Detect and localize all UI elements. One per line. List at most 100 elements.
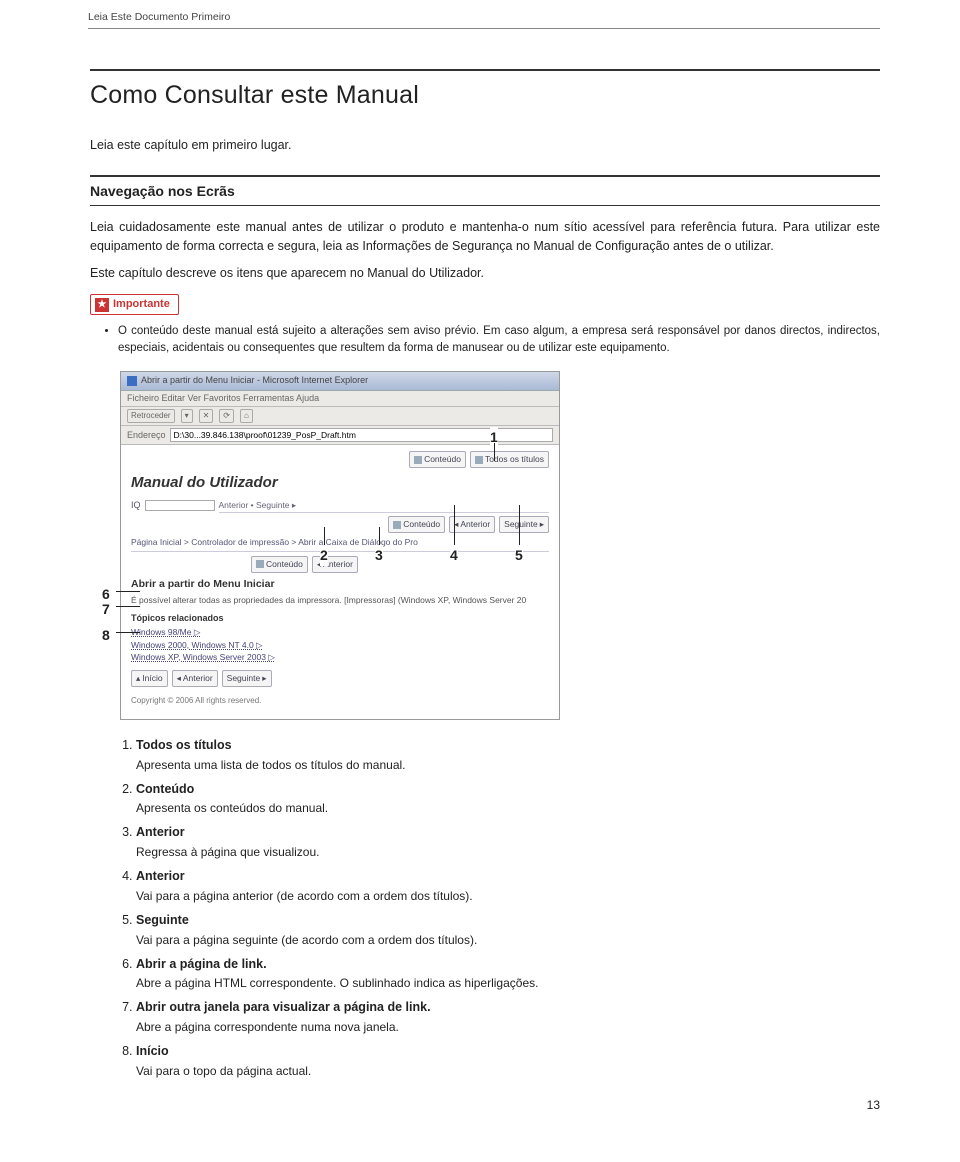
def-term: Início <box>136 1044 169 1058</box>
anterior-button-mid[interactable]: ◂Anterior <box>449 516 495 533</box>
callout-line <box>116 606 140 607</box>
arrow-right-icon: ▸ <box>540 518 544 531</box>
todos-titulos-button[interactable]: Todos os títulos <box>470 451 549 468</box>
anterior-button-inner[interactable]: ◂Anterior <box>312 556 358 573</box>
def-term: Anterior <box>136 869 185 883</box>
callout-2: 2 <box>320 545 328 566</box>
browser-menubar: Ficheiro Editar Ver Favoritos Ferramenta… <box>121 391 559 408</box>
intro-text: Leia este capítulo em primeiro lugar. <box>90 136 880 155</box>
conteudo-button-inner[interactable]: Conteúdo <box>251 556 308 573</box>
breadcrumb: Página Inicial > Controlador de impressã… <box>131 536 549 552</box>
seguinte-button-bottom[interactable]: Seguinte▸ <box>222 670 272 687</box>
browser-toolbar: Retroceder ▾ ✕ ⟳ ⌂ <box>121 407 559 426</box>
conteudo-label: Conteúdo <box>266 558 303 571</box>
def-desc: Apresenta uma lista de todos os títulos … <box>136 756 880 774</box>
callout-line <box>324 527 325 545</box>
browser-content: Conteúdo Todos os títulos Manual do Util… <box>121 445 559 719</box>
callout-line <box>116 632 140 633</box>
address-label: Endereço <box>127 429 166 443</box>
related-link[interactable]: Windows 2000, Windows NT 4.0 ▷ <box>131 639 549 652</box>
seguinte-label: Seguinte <box>227 672 261 685</box>
paragraph-1: Leia cuidadosamente este manual antes de… <box>90 218 880 256</box>
def-desc: Vai para a página anterior (de acordo co… <box>136 887 880 905</box>
doc-icon <box>393 521 401 529</box>
disclaimer-bullet: O conteúdo deste manual está sujeito a a… <box>118 323 880 358</box>
def-item: Abrir outra janela para visualizar a pág… <box>136 998 880 1036</box>
def-desc: Regressa à página que visualizou. <box>136 843 880 861</box>
callout-3: 3 <box>375 545 383 566</box>
related-link[interactable]: Windows 98/Me ▷ <box>131 626 549 639</box>
callout-4: 4 <box>450 545 458 566</box>
anterior-label: Anterior <box>183 672 213 685</box>
arrow-right-icon: ▸ <box>262 672 266 685</box>
nav-icon[interactable]: ⟳ <box>219 409 234 423</box>
callout-7: 7 <box>102 599 110 620</box>
callout-line <box>379 527 380 545</box>
inicio-label: Início <box>142 672 162 685</box>
def-term: Seguinte <box>136 913 189 927</box>
seguinte-label: Seguinte <box>504 518 538 531</box>
def-item: Anterior Regressa à página que visualizou… <box>136 823 880 861</box>
conteudo-label: Conteúdo <box>424 453 461 466</box>
conteudo-label: Conteúdo <box>403 518 440 531</box>
section-heading: Navegação nos Ecrãs <box>90 175 880 206</box>
window-title: Abrir a partir do Menu Iniciar - Microso… <box>141 374 368 388</box>
doc-icon <box>414 456 422 464</box>
def-item: Abrir a página de link. Abre a página HTM… <box>136 955 880 993</box>
nav-icon[interactable]: ✕ <box>199 409 214 423</box>
browser-window: Abrir a partir do Menu Iniciar - Microso… <box>120 371 560 720</box>
manual-title: Manual do Utilizador <box>131 472 549 495</box>
def-desc: Abre a página HTML correspondente. O sub… <box>136 974 880 992</box>
importante-badge: ★ Importante <box>90 294 179 315</box>
crumb-nav: Anterior • Seguinte ▸ <box>219 499 549 514</box>
def-term: Todos os títulos <box>136 738 232 752</box>
def-term: Abrir outra janela para visualizar a pág… <box>136 1000 431 1014</box>
def-desc: Vai para a página seguinte (de acordo co… <box>136 931 880 949</box>
callout-line <box>519 505 520 545</box>
doc-icon <box>256 560 264 568</box>
def-desc: Abre a página correspondente numa nova j… <box>136 1018 880 1036</box>
def-desc: Apresenta os conteúdos do manual. <box>136 799 880 817</box>
anterior-label: Anterior <box>460 518 490 531</box>
def-item: Início Vai para o topo da página actual. <box>136 1042 880 1080</box>
nav-icon[interactable]: ⌂ <box>240 409 253 423</box>
iq-label: IQ <box>131 499 141 513</box>
definitions-list: Todos os títulos Apresenta uma lista de t… <box>90 736 880 1080</box>
search-box[interactable] <box>145 500 215 511</box>
callout-5: 5 <box>515 545 523 566</box>
def-term: Anterior <box>136 825 185 839</box>
arrow-left-icon: ◂ <box>177 672 181 685</box>
inicio-button[interactable]: ▴Início <box>131 670 168 687</box>
anterior-button-bottom[interactable]: ◂Anterior <box>172 670 218 687</box>
nav-icon[interactable]: ▾ <box>181 409 193 423</box>
paragraph-2: Este capítulo descreve os itens que apar… <box>90 264 880 283</box>
browser-titlebar: Abrir a partir do Menu Iniciar - Microso… <box>121 372 559 391</box>
def-term: Abrir a página de link. <box>136 957 267 971</box>
inner-text: É possível alterar todas as propriedades… <box>131 595 549 606</box>
def-desc: Vai para o topo da página actual. <box>136 1062 880 1080</box>
callout-line <box>454 505 455 545</box>
callout-8: 8 <box>102 625 110 646</box>
page-number: 13 <box>867 1096 880 1114</box>
conteudo-button-mid[interactable]: Conteúdo <box>388 516 445 533</box>
callout-line <box>494 443 495 461</box>
running-header: Leia Este Documento Primeiro <box>88 10 880 29</box>
conteudo-button-top[interactable]: Conteúdo <box>409 451 466 468</box>
def-item: Anterior Vai para a página anterior (de a… <box>136 867 880 905</box>
inner-title: Abrir a partir do Menu Iniciar <box>131 577 549 593</box>
def-item: Conteúdo Apresenta os conteúdos do manual… <box>136 780 880 818</box>
ie-icon <box>127 376 137 386</box>
figure: Abrir a partir do Menu Iniciar - Microso… <box>120 371 560 720</box>
topics-title: Tópicos relacionados <box>131 612 549 626</box>
copyright: Copyright © 2006 All rights reserved. <box>131 695 549 707</box>
related-link[interactable]: Windows XP, Windows Server 2003 ▷ <box>131 651 549 664</box>
def-item: Todos os títulos Apresenta uma lista de t… <box>136 736 880 774</box>
callout-line <box>116 591 140 592</box>
seguinte-button-mid[interactable]: Seguinte▸ <box>499 516 549 533</box>
importante-label: Importante <box>113 296 170 313</box>
up-arrow-icon: ▴ <box>136 672 140 685</box>
back-button[interactable]: Retroceder <box>127 409 175 423</box>
def-item: Seguinte Vai para a página seguinte (de a… <box>136 911 880 949</box>
star-icon: ★ <box>95 298 109 312</box>
def-term: Conteúdo <box>136 782 194 796</box>
